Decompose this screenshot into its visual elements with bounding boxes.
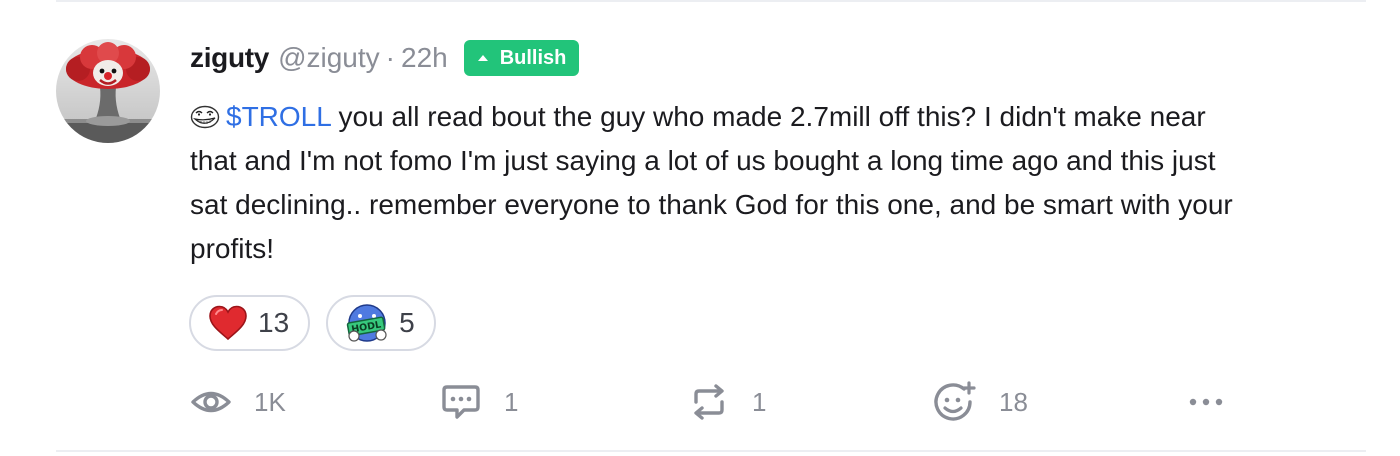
author-handle[interactable]: @ziguty (278, 42, 380, 74)
bottom-divider (56, 450, 1366, 452)
sentiment-badge-label: Bullish (499, 46, 567, 69)
red-heart-icon (208, 305, 248, 341)
post-actions: 1K 1 1 18 (190, 381, 1230, 423)
add-reaction-button[interactable]: 18 (933, 381, 1028, 423)
hodl-emoji-icon: HODL (345, 303, 389, 343)
repost-button[interactable]: 1 (688, 382, 766, 422)
troll-face-icon (190, 98, 220, 129)
comments-count: 1 (504, 386, 519, 417)
views-stat[interactable]: 1K (190, 382, 286, 422)
post-header: ziguty @ziguty · 22h Bullish (190, 38, 580, 78)
reaction-hodl-button[interactable]: HODL 5 (326, 295, 436, 351)
eye-icon (190, 382, 232, 422)
reaction-heart-count: 13 (258, 307, 290, 338)
post-body: $TROLL you all read bout the guy who mad… (190, 95, 1250, 271)
reaction-heart-button[interactable]: 13 (189, 295, 311, 351)
cashtag-link[interactable]: $TROLL (226, 101, 331, 132)
reposts-count: 1 (752, 386, 767, 417)
more-options-button[interactable] (1186, 382, 1226, 422)
more-icon (1186, 382, 1226, 422)
author-display-name[interactable]: ziguty (190, 42, 269, 74)
meta-separator: · (385, 42, 395, 73)
comment-button[interactable]: 1 (440, 382, 518, 422)
reaction-hodl-count: 5 (399, 307, 415, 338)
avatar[interactable] (56, 39, 160, 143)
add-reaction-icon (933, 381, 977, 423)
top-divider (56, 0, 1366, 2)
comment-icon (440, 382, 482, 422)
caret-up-icon (477, 54, 488, 61)
reaction-bar: 13 HODL 5 (189, 295, 436, 351)
views-count: 1K (254, 386, 286, 417)
repost-icon (688, 382, 730, 422)
post-timestamp[interactable]: 22h (401, 42, 448, 74)
sentiment-badge: Bullish (463, 40, 580, 76)
post-text: you all read bout the guy who made 2.7mi… (190, 101, 1233, 264)
reactions-total-count: 18 (999, 386, 1028, 417)
